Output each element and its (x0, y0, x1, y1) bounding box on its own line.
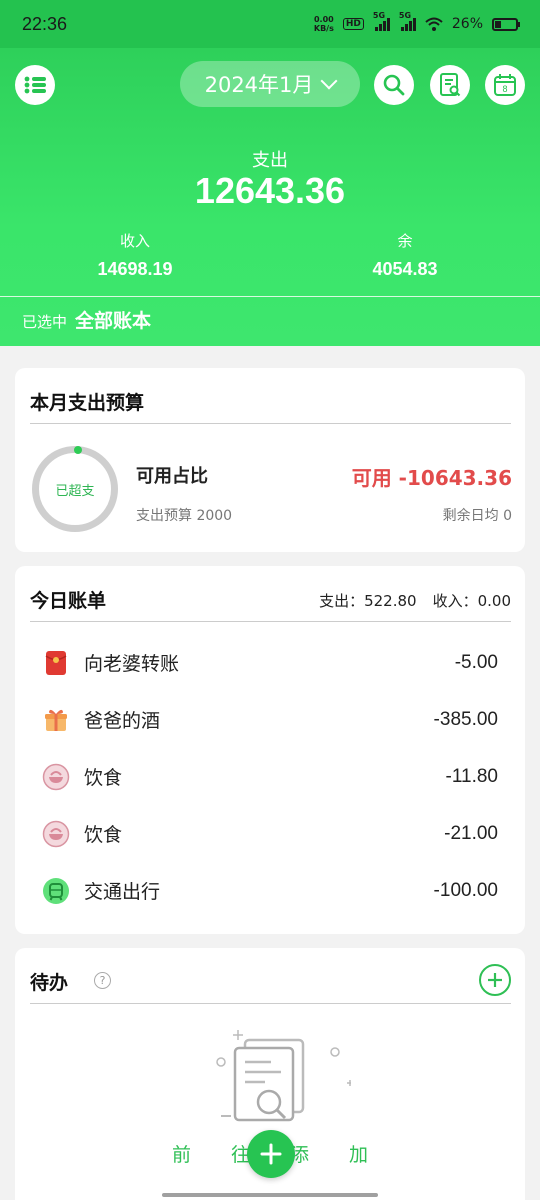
list-menu-icon (24, 76, 46, 94)
battery-icon (492, 17, 520, 31)
balance-total: 4054.83 (372, 259, 438, 279)
bill-row[interactable]: 交通出行 -100.00 (15, 862, 525, 919)
hd-badge: HD (342, 18, 364, 30)
bill-amount: -11.80 (445, 765, 498, 787)
bill-amount: -5.00 (454, 651, 498, 673)
divider (30, 621, 511, 622)
net-speed: 0.00 KB/s (313, 15, 334, 33)
budget-amount: 支出预算 2000 (136, 508, 233, 524)
search-button[interactable] (374, 65, 414, 105)
today-summary: 支出：522.80 收入：0.00 (319, 590, 511, 611)
signal-icon: 5G (373, 11, 390, 31)
month-selector[interactable]: 2024年1月 (180, 61, 360, 107)
calendar-button[interactable]: 8 (485, 65, 525, 105)
budget-ring: 已超支 (32, 446, 118, 532)
balance-summary: 余 4054.83 (305, 230, 505, 280)
divider (30, 423, 511, 424)
red-envelope-icon (42, 649, 70, 677)
wifi-icon (425, 17, 443, 31)
bill-name: 爸爸的酒 (84, 710, 161, 732)
status-bar: 22:36 0.00 KB/s HD 5G 5G 26% (0, 0, 540, 48)
empty-document-icon (216, 1030, 351, 1122)
todo-title: 待办 (30, 972, 69, 994)
plus-icon (260, 1143, 282, 1165)
plus-icon (488, 973, 502, 987)
help-icon[interactable]: ? (94, 972, 111, 989)
home-indicator[interactable] (162, 1193, 378, 1197)
divider (30, 1003, 511, 1004)
expense-label: 支出 (252, 150, 288, 171)
overspent-label: 已超支 (55, 483, 95, 499)
today-title: 今日账单 (30, 590, 107, 612)
bill-row[interactable]: 爸爸的酒 -385.00 (15, 691, 525, 748)
expense-total: 12643.36 (194, 170, 346, 211)
month-label: 2024年1月 (204, 73, 314, 97)
bill-name: 饮食 (84, 767, 123, 789)
calendar-day: 8 (502, 84, 507, 94)
bill-name: 饮食 (84, 824, 123, 846)
bill-search-icon (440, 73, 461, 97)
income-summary: 收入 14698.19 (35, 230, 235, 280)
bill-amount: -385.00 (433, 708, 498, 730)
bill-row[interactable]: 饮食 -21.00 (15, 805, 525, 862)
today-bills-card: 今日账单 支出：522.80 收入：0.00 向老婆转账 -5.00 爸爸的酒 … (15, 566, 525, 934)
available-ratio-label: 可用占比 (136, 466, 208, 487)
menu-button[interactable] (15, 65, 55, 105)
income-total: 14698.19 (97, 259, 173, 279)
search-icon (383, 74, 405, 96)
daily-average: 剩余日均 0 (442, 508, 512, 524)
bill-amount: -21.00 (444, 822, 498, 844)
bill-search-button[interactable] (430, 65, 470, 105)
header-divider (0, 296, 540, 297)
chevron-down-icon (320, 72, 338, 90)
today-income: 收入：0.00 (432, 592, 511, 610)
bill-row[interactable]: 向老婆转账 -5.00 (15, 634, 525, 691)
bill-amount: -100.00 (433, 879, 498, 901)
add-record-button[interactable] (247, 1130, 295, 1178)
signal-icon: 5G (399, 11, 416, 31)
add-todo-button[interactable] (479, 964, 511, 996)
account-book-selector[interactable]: 已选中 全部账本 (22, 306, 151, 333)
selected-book-name: 全部账本 (75, 310, 152, 332)
transport-icon (42, 877, 70, 905)
bill-row[interactable]: 饮食 -11.80 (15, 748, 525, 805)
monthly-budget-card[interactable]: 本月支出预算 已超支 可用占比 支出预算 2000 可用 -10643.36 剩… (15, 368, 525, 552)
bill-name: 交通出行 (84, 881, 161, 903)
status-time: 22:36 (22, 13, 68, 34)
food-bowl-icon (42, 820, 70, 848)
available-amount: 可用 -10643.36 (351, 466, 512, 490)
summary-header: 2024年1月 8 支出 12643.36 收入 14698.19 余 4054… (0, 48, 540, 346)
gift-icon (42, 706, 70, 734)
budget-title: 本月支出预算 (30, 392, 145, 414)
calendar-icon: 8 (494, 74, 516, 96)
food-bowl-icon (42, 763, 70, 791)
bill-name: 向老婆转账 (84, 653, 180, 675)
battery-percent: 26% (451, 16, 483, 32)
today-expense: 支出：522.80 (319, 592, 417, 610)
